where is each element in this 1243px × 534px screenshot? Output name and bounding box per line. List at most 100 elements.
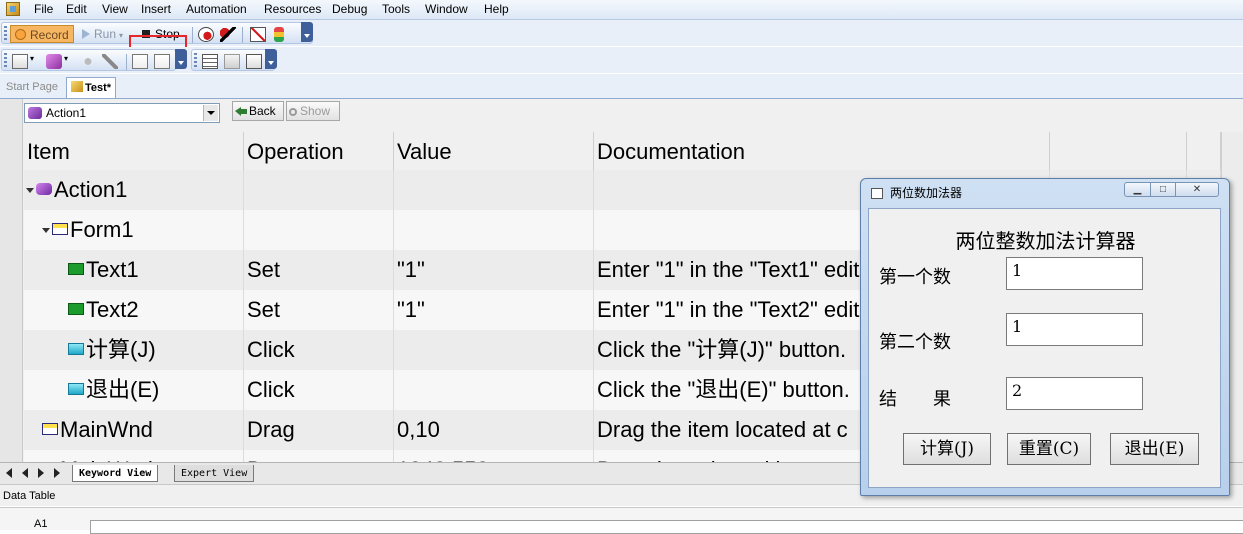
menu-debug[interactable]: Debug xyxy=(332,2,367,16)
value-cell[interactable] xyxy=(394,170,594,210)
toolbar-grip[interactable] xyxy=(4,26,7,42)
menu-edit[interactable]: Edit xyxy=(66,2,87,16)
menu-insert[interactable]: Insert xyxy=(141,2,171,16)
tab-start-page[interactable]: Start Page xyxy=(2,77,62,97)
toolbar-overflow-chevron[interactable] xyxy=(265,49,277,69)
menu-automation[interactable]: Automation xyxy=(186,2,247,16)
back-label: Back xyxy=(249,104,276,118)
item-cell[interactable]: MainWnd xyxy=(24,410,244,450)
chevron-down-icon[interactable] xyxy=(203,105,218,121)
toolbar-grip[interactable] xyxy=(194,53,197,69)
item-cell[interactable]: Text2 xyxy=(24,290,244,330)
operation-cell[interactable]: Click xyxy=(244,370,394,410)
menu-view[interactable]: View xyxy=(102,2,128,16)
menu-resources[interactable]: Resources xyxy=(264,2,321,16)
value-cell[interactable] xyxy=(394,370,594,410)
back-arrow-icon xyxy=(235,107,247,116)
magnifier-icon xyxy=(289,108,297,116)
run-dropdown-icon[interactable]: ▾ xyxy=(119,31,123,40)
action-selector[interactable]: Action1 xyxy=(24,103,220,123)
value-cell[interactable]: 0,10 xyxy=(394,410,594,450)
expand-toggle-icon[interactable] xyxy=(26,188,34,193)
expand-toggle-icon[interactable] xyxy=(42,228,50,233)
export-icon[interactable] xyxy=(246,54,262,69)
show-button[interactable]: Show xyxy=(286,101,340,121)
exit-button[interactable]: 退出(E) xyxy=(1110,433,1199,465)
document-icon[interactable] xyxy=(224,54,240,69)
close-icon[interactable]: ✕ xyxy=(1175,182,1219,197)
column-header-operation[interactable]: Operation xyxy=(244,132,394,170)
menu-tools[interactable]: Tools xyxy=(382,2,410,16)
value-cell[interactable]: "1" xyxy=(394,250,594,290)
item-cell[interactable]: MainWnd xyxy=(24,450,244,462)
toolbar-grip[interactable] xyxy=(4,53,7,69)
item-cell[interactable]: Form1 xyxy=(24,210,244,250)
action-selector-value: Action1 xyxy=(46,106,87,120)
run-button[interactable]: Run ▾ xyxy=(78,25,127,43)
value-cell[interactable]: "1" xyxy=(394,290,594,330)
toolbar-overflow-chevron[interactable] xyxy=(301,22,313,42)
tab-expert-view[interactable]: Expert View xyxy=(174,465,255,482)
operation-cell[interactable]: Set xyxy=(244,290,394,330)
list-view-icon[interactable] xyxy=(202,54,218,69)
record-button[interactable]: Record xyxy=(10,25,74,43)
item-cell[interactable]: Text1 xyxy=(24,250,244,290)
first-number-input[interactable]: 1 xyxy=(1006,257,1143,290)
first-tab-arrow-icon[interactable] xyxy=(6,468,12,478)
column-header-item[interactable]: Item xyxy=(24,132,244,170)
pointer-record-icon[interactable] xyxy=(220,27,236,42)
last-tab-arrow-icon[interactable] xyxy=(54,468,60,478)
formula-input[interactable] xyxy=(90,520,1243,534)
grid-header: Item Operation Value Documentation xyxy=(24,132,1221,171)
menu-help[interactable]: Help xyxy=(484,2,509,16)
value-cell[interactable] xyxy=(394,330,594,370)
operation-cell[interactable]: Drop xyxy=(244,450,394,462)
edit-box-icon xyxy=(68,263,84,275)
toolbar-row-1: Record Run ▾ Stop xyxy=(0,20,1243,68)
menu-window[interactable]: Window xyxy=(425,2,468,16)
operation-cell[interactable]: Set xyxy=(244,250,394,290)
next-tab-arrow-icon[interactable] xyxy=(38,468,44,478)
toolbar-overflow-chevron[interactable] xyxy=(175,49,187,69)
column-header-value[interactable]: Value xyxy=(394,132,594,170)
editor-gutter xyxy=(0,99,23,462)
record-label: Record xyxy=(30,28,69,42)
record-object-icon[interactable] xyxy=(198,27,214,42)
operation-cell[interactable]: Drag xyxy=(244,410,394,450)
maximize-icon[interactable]: □ xyxy=(1150,182,1176,197)
second-number-input[interactable]: 1 xyxy=(1006,313,1143,346)
dropdown-icon[interactable]: ▾ xyxy=(64,54,68,63)
back-button[interactable]: Back xyxy=(232,101,284,121)
window-icon xyxy=(871,188,883,199)
minimize-icon[interactable]: ▁ xyxy=(1124,182,1151,197)
result-field[interactable]: 2 xyxy=(1006,377,1143,410)
tab-test[interactable]: Test* xyxy=(66,77,117,98)
step-over-icon[interactable] xyxy=(154,54,170,69)
form-icon xyxy=(52,223,68,235)
item-cell[interactable]: 退出(E) xyxy=(24,370,244,410)
step-into-icon[interactable] xyxy=(132,54,148,69)
app-icon[interactable] xyxy=(6,2,20,16)
value-cell[interactable] xyxy=(394,210,594,250)
object-repository-icon[interactable] xyxy=(12,54,28,69)
object-spy-icon[interactable] xyxy=(46,54,62,69)
item-cell[interactable]: Action1 xyxy=(24,170,244,210)
cell-reference[interactable]: A1 xyxy=(24,518,94,532)
settings-gear-icon[interactable] xyxy=(80,54,96,69)
calculate-button[interactable]: 计算(J) xyxy=(903,433,991,465)
column-header-documentation[interactable]: Documentation xyxy=(594,132,1050,170)
tab-keyword-view[interactable]: Keyword View xyxy=(72,465,159,482)
operation-cell[interactable] xyxy=(244,210,394,250)
reset-button[interactable]: 重置(C) xyxy=(1007,433,1091,465)
operation-cell[interactable] xyxy=(244,170,394,210)
toolbar-separator xyxy=(192,27,193,43)
prev-tab-arrow-icon[interactable] xyxy=(22,468,28,478)
checkpoint-icon[interactable] xyxy=(274,27,284,42)
menu-file[interactable]: File xyxy=(34,2,53,16)
value-cell[interactable]: 1343,553 xyxy=(394,450,594,462)
dropdown-icon[interactable]: ▾ xyxy=(30,54,34,63)
item-cell[interactable]: 计算(J) xyxy=(24,330,244,370)
tools-icon[interactable] xyxy=(102,54,118,69)
disable-icon[interactable] xyxy=(250,27,266,42)
operation-cell[interactable]: Click xyxy=(244,330,394,370)
